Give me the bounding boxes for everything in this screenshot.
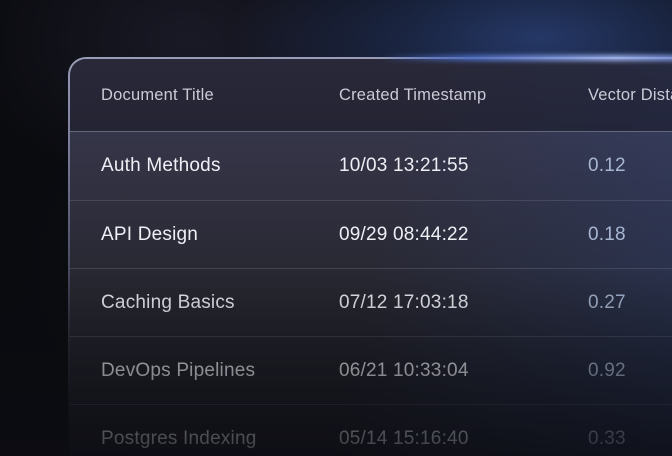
created-timestamp-cell: 10/03 13:21:55 — [339, 155, 588, 177]
document-title-cell: API Design — [101, 224, 339, 246]
table-row[interactable]: Auth Methods 10/03 13:21:55 0.12 — [70, 132, 672, 200]
document-title-cell: DevOps Pipelines — [101, 360, 339, 382]
page-background: Document Title Created Timestamp Vector … — [0, 0, 672, 456]
vector-distance-cell: 0.27 — [588, 292, 672, 314]
vector-distance-cell: 0.33 — [588, 428, 672, 450]
table-row[interactable]: Caching Basics 07/12 17:03:18 0.27 — [70, 268, 672, 336]
document-title-cell: Caching Basics — [101, 292, 339, 314]
table-row[interactable]: Postgres Indexing 05/14 15:16:40 0.33 — [70, 404, 672, 456]
table-row[interactable]: API Design 09/29 08:44:22 0.18 — [70, 200, 672, 268]
vector-distance-cell: 0.18 — [588, 224, 672, 246]
created-timestamp-cell: 09/29 08:44:22 — [339, 224, 588, 246]
column-header-created-timestamp: Created Timestamp — [339, 86, 588, 105]
table-row[interactable]: DevOps Pipelines 06/21 10:33:04 0.92 — [70, 336, 672, 404]
table-body: Auth Methods 10/03 13:21:55 0.12 API Des… — [70, 132, 672, 456]
created-timestamp-cell: 07/12 17:03:18 — [339, 292, 588, 314]
column-header-vector-distance: Vector Distance — [588, 86, 672, 105]
vector-distance-cell: 0.12 — [588, 155, 672, 177]
table-header-row: Document Title Created Timestamp Vector … — [70, 59, 672, 132]
vector-distance-cell: 0.92 — [588, 360, 672, 382]
document-title-cell: Postgres Indexing — [101, 428, 339, 450]
created-timestamp-cell: 06/21 10:33:04 — [339, 360, 588, 382]
document-title-cell: Auth Methods — [101, 155, 339, 177]
documents-table: Document Title Created Timestamp Vector … — [70, 59, 672, 456]
documents-table-card: Document Title Created Timestamp Vector … — [68, 57, 672, 456]
column-header-document-title: Document Title — [101, 86, 339, 105]
created-timestamp-cell: 05/14 15:16:40 — [339, 428, 588, 450]
